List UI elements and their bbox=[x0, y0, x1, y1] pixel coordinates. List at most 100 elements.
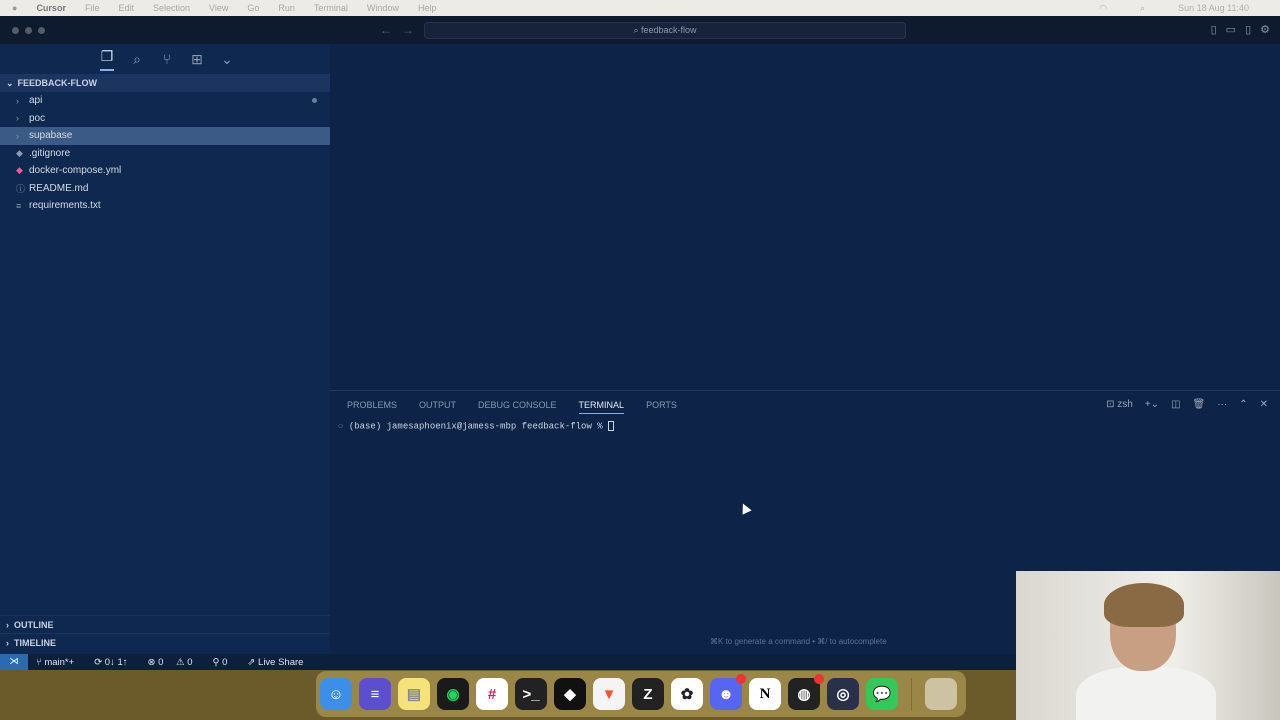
explorer-icon[interactable]: ❐ bbox=[100, 48, 114, 71]
zed-icon[interactable]: Z bbox=[632, 678, 664, 710]
back-arrow-icon[interactable]: ← bbox=[380, 23, 392, 37]
notion-icon[interactable]: N bbox=[749, 678, 781, 710]
clock[interactable]: Sun 18 Aug 11:40 bbox=[1178, 3, 1249, 13]
spotify-icon[interactable]: ◉ bbox=[437, 678, 469, 710]
error-count: 0 bbox=[158, 656, 164, 668]
status-menus: ◠ ⌕ Sun 18 Aug 11:40 bbox=[1099, 0, 1268, 16]
gear-icon[interactable]: ⚙ bbox=[1260, 23, 1270, 36]
timeline-label: TIMELINE bbox=[14, 637, 56, 648]
title-bar: ← → ⌕ feedback-flow ▯ ▭ ▯ ⚙ bbox=[0, 16, 1280, 44]
toggle-sidebar-icon[interactable]: ▯ bbox=[1211, 23, 1217, 36]
linear-icon[interactable]: ◍ bbox=[788, 674, 824, 710]
menu-terminal[interactable]: Terminal bbox=[314, 3, 348, 13]
wifi-icon[interactable]: ◠ bbox=[1099, 3, 1107, 14]
more-icon[interactable]: ··· bbox=[1217, 399, 1227, 410]
extensions-icon[interactable]: ⊞ bbox=[190, 51, 204, 68]
tree-item-requirements[interactable]: ≡ requirements.txt bbox=[0, 197, 330, 215]
terminal-icon: ⊡ bbox=[1106, 399, 1118, 410]
problems-indicator[interactable]: ⊗ 0 ⚠ 0 bbox=[148, 657, 203, 668]
tab-ports[interactable]: PORTS bbox=[646, 400, 677, 410]
terminal-cursor bbox=[608, 421, 615, 431]
trash-icon[interactable]: 🗑 bbox=[1193, 399, 1206, 410]
finder-icon[interactable]: ☺ bbox=[320, 678, 352, 710]
outline-section[interactable]: › OUTLINE bbox=[0, 615, 330, 633]
tab-terminal[interactable]: TERMINAL bbox=[578, 400, 625, 414]
terminal-shell-selector[interactable]: ⊡ zsh bbox=[1106, 399, 1133, 410]
tab-problems[interactable]: PROBLEMS bbox=[347, 400, 397, 410]
source-control-icon[interactable]: ⑂ bbox=[160, 51, 174, 67]
live-share-button[interactable]: ⇗ Live Share bbox=[247, 657, 313, 668]
terminal-output[interactable]: ○ (base) jamesaphoenix@jamess-mbp feedba… bbox=[330, 421, 1280, 431]
terminal-hint: ⌘K to generate a command • ⌘/ to autocom… bbox=[710, 637, 887, 646]
menu-app[interactable]: Cursor bbox=[36, 3, 66, 13]
tree-item-readme[interactable]: ⓘ README.md bbox=[0, 180, 330, 198]
live-share-label: Live Share bbox=[258, 656, 304, 668]
tab-output[interactable]: OUTPUT bbox=[419, 400, 456, 410]
maximize-panel-icon[interactable]: ⌃ bbox=[1239, 399, 1247, 410]
toggle-secondary-sidebar-icon[interactable]: ▯ bbox=[1245, 23, 1251, 36]
tree-item-label: poc bbox=[29, 112, 46, 124]
tree-item-docker-compose[interactable]: ◆ docker-compose.yml bbox=[0, 162, 330, 180]
search-icon[interactable]: ⌕ bbox=[130, 51, 144, 68]
close-panel-icon[interactable]: ✕ bbox=[1260, 399, 1268, 410]
workspace-title: FEEDBACK-FLOW bbox=[17, 78, 98, 88]
brave-icon[interactable]: ▼ bbox=[593, 678, 625, 710]
ports-indicator[interactable]: ⚲ 0 bbox=[213, 657, 238, 668]
stacked-app-icon[interactable]: ≡ bbox=[359, 678, 391, 710]
menu-file[interactable]: File bbox=[85, 3, 100, 13]
menu-edit[interactable]: Edit bbox=[118, 3, 134, 13]
window-controls[interactable] bbox=[12, 27, 45, 34]
modified-dot bbox=[312, 98, 317, 104]
menu-go[interactable]: Go bbox=[247, 3, 259, 13]
branch-indicator[interactable]: ⑂ main*+ bbox=[36, 657, 84, 668]
apple-icon[interactable]: ● bbox=[12, 3, 17, 13]
remote-icon[interactable]: ⋊ bbox=[0, 654, 28, 670]
chevron-right-icon: › bbox=[6, 637, 9, 648]
chevron-down-icon: ⌄ bbox=[6, 77, 14, 88]
tree-item-api[interactable]: › api bbox=[0, 92, 330, 110]
discord-icon[interactable]: ☻ bbox=[710, 674, 746, 710]
tree-item-poc[interactable]: › poc bbox=[0, 110, 330, 128]
toggle-panel-icon[interactable]: ▭ bbox=[1226, 23, 1236, 36]
slack-icon[interactable]: # bbox=[476, 678, 508, 710]
dock-divider bbox=[911, 678, 912, 710]
chevron-right-icon: › bbox=[16, 130, 19, 141]
menu-help[interactable]: Help bbox=[418, 3, 437, 13]
command-center-search[interactable]: ⌕ feedback-flow bbox=[424, 22, 906, 39]
terminal-prompt: (base) jamesaphoenix@jamess-mbp feedback… bbox=[348, 421, 609, 432]
chevron-right-icon: › bbox=[6, 619, 9, 630]
docker-icon: ◆ bbox=[16, 165, 23, 176]
cursor-app-icon[interactable]: ◆ bbox=[554, 678, 586, 710]
obs-icon[interactable]: ◎ bbox=[827, 678, 859, 710]
branch-name: main*+ bbox=[44, 656, 75, 668]
menu-window[interactable]: Window bbox=[367, 3, 399, 13]
chevron-down-icon[interactable]: ⌄ bbox=[220, 51, 234, 68]
tree-item-gitignore[interactable]: ◆ .gitignore bbox=[0, 145, 330, 163]
new-terminal-plus-icon[interactable]: +⌄ bbox=[1145, 399, 1159, 410]
ports-count: 0 bbox=[222, 656, 228, 668]
notification-badge bbox=[736, 674, 746, 684]
tree-item-label: supabase bbox=[29, 130, 73, 142]
menu-view[interactable]: View bbox=[209, 3, 228, 13]
notification-badge bbox=[814, 674, 824, 684]
tree-item-supabase[interactable]: › supabase bbox=[0, 127, 330, 145]
menu-run[interactable]: Run bbox=[278, 3, 295, 13]
tab-debug-console[interactable]: DEBUG CONSOLE bbox=[478, 400, 557, 410]
explorer-section-header[interactable]: ⌄ FEEDBACK-FLOW bbox=[0, 74, 330, 92]
notes-icon[interactable]: ▤ bbox=[398, 678, 430, 710]
menu-selection[interactable]: Selection bbox=[153, 3, 190, 13]
timeline-section[interactable]: › TIMELINE bbox=[0, 633, 330, 651]
chevron-right-icon: › bbox=[16, 95, 19, 106]
tree-item-label: requirements.txt bbox=[29, 200, 101, 212]
trash-can-icon[interactable] bbox=[925, 678, 957, 710]
text-file-icon: ≡ bbox=[16, 200, 22, 211]
messages-icon[interactable]: 💬 bbox=[866, 678, 898, 710]
tree-item-label: README.md bbox=[29, 182, 89, 194]
terminal-app-icon[interactable]: >_ bbox=[515, 678, 547, 710]
forward-arrow-icon[interactable]: → bbox=[402, 23, 414, 37]
dock: ☺ ≡ ▤ ◉ # >_ ◆ ▼ Z ✿ ☻ N ◍ ◎ 💬 bbox=[316, 671, 966, 717]
sync-indicator[interactable]: ⟳ 0↓ 1↑ bbox=[94, 657, 137, 668]
chatgpt-icon[interactable]: ✿ bbox=[671, 678, 703, 710]
search-icon[interactable]: ⌕ bbox=[1140, 3, 1145, 14]
split-terminal-icon[interactable]: ◫ bbox=[1171, 399, 1180, 410]
